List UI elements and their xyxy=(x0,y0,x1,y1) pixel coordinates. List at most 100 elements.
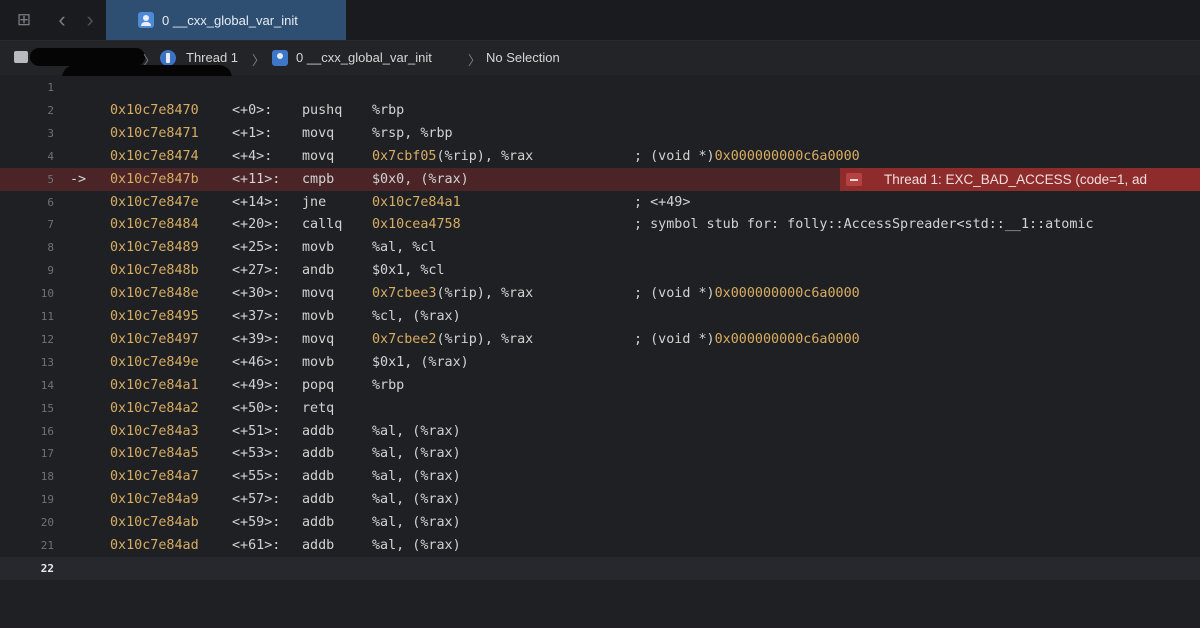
line-number: 9 xyxy=(47,264,54,278)
code-line[interactable]: 6 0x10c7e847e <+14>: jne 0x10c7e84a1 ; <+49> xyxy=(0,191,1200,214)
code-line[interactable]: 1 xyxy=(0,76,1200,99)
line-number: 3 xyxy=(47,126,54,140)
instruction-pointer-icon: -> xyxy=(70,171,87,187)
instruction-offset: <+25>: xyxy=(232,240,281,256)
code-line[interactable]: 2 0x10c7e8470 <+0>: pushq %rbp xyxy=(0,99,1200,122)
instruction-mnemonic: movb xyxy=(302,240,335,256)
instruction-mnemonic: popq xyxy=(302,377,335,393)
instruction-operands: %al, (%rax) xyxy=(372,423,461,439)
line-number: 19 xyxy=(40,493,54,507)
instruction-offset: <+30>: xyxy=(232,286,281,302)
code-line[interactable]: 16 0x10c7e84a3 <+51>: addb %al, (%rax) xyxy=(0,420,1200,443)
code-line[interactable]: 9 0x10c7e848b <+27>: andb $0x1, %cl xyxy=(0,259,1200,282)
code-line[interactable]: 12 0x10c7e8497 <+39>: movq 0x7cbee2(%rip), %… xyxy=(0,328,1200,351)
current-instruction-line[interactable]: 5 -> 0x10c7e847b <+11>: cmpb $0x0, (%rax) Thre… xyxy=(0,167,1200,191)
instruction-operands: 0x10c7e84a1 xyxy=(372,191,461,214)
instruction-offset: <+39>: xyxy=(232,331,281,347)
instruction-operands: %rbp xyxy=(372,102,405,118)
instruction-comment: ; (void *)0x000000000c6a0000 xyxy=(634,328,860,351)
instruction-address: 0x10c7e848b xyxy=(110,263,199,279)
instruction-offset: <+61>: xyxy=(232,538,281,553)
code-line[interactable]: 19 0x10c7e84a9 <+57>: addb %al, (%rax) xyxy=(0,488,1200,511)
instruction-offset: <+59>: xyxy=(232,515,281,531)
disassembly-editor[interactable]: 1 2 0x10c7e8470 <+0>: pushq %rbp 3 0x10c7e8471 <… xyxy=(0,76,1200,628)
breadcrumb-frame[interactable]: 0 __cxx_global_var_init xyxy=(296,50,432,65)
error-badge[interactable]: Thread 1: EXC_BAD_ACCESS (code=1, ad xyxy=(840,167,1200,191)
instruction-operands: 0x10cea4758 xyxy=(372,213,461,236)
instruction-address: 0x10c7e84a7 xyxy=(110,469,199,485)
instruction-offset: <+46>: xyxy=(232,354,281,370)
code-line[interactable]: 11 0x10c7e8495 <+37>: movb %cl, (%rax) xyxy=(0,305,1200,328)
instruction-comment: ; (void *)0x000000000c6a0000 xyxy=(634,145,860,168)
operand-address: 0x10c7e84a1 xyxy=(372,194,461,210)
chevron-right-icon[interactable]: › xyxy=(80,9,100,31)
instruction-address: 0x10c7e8470 xyxy=(110,102,199,118)
line-number: 18 xyxy=(40,470,54,484)
instruction-offset: <+49>: xyxy=(232,377,281,393)
comment-text: ; (void *) xyxy=(634,331,715,347)
code-line[interactable]: 4 0x10c7e8474 <+4>: movq 0x7cbf05(%rip), %ra… xyxy=(0,145,1200,168)
line-number: 7 xyxy=(47,218,54,232)
comment-text: ; (void *) xyxy=(634,286,715,302)
code-line[interactable]: 20 0x10c7e84ab <+59>: addb %al, (%rax) xyxy=(0,511,1200,534)
instruction-mnemonic: addb xyxy=(302,492,335,508)
code-line[interactable]: 8 0x10c7e8489 <+25>: movb %al, %cl xyxy=(0,236,1200,259)
instruction-mnemonic: addb xyxy=(302,515,335,531)
tab-disassembly[interactable]: 0 __cxx_global_var_init xyxy=(106,0,346,40)
stack-frame-icon xyxy=(272,50,288,66)
comment-text: ; symbol stub for: folly::AccessSpreader… xyxy=(634,217,1094,233)
stack-frame-icon xyxy=(138,12,154,28)
line-number: 8 xyxy=(47,241,54,255)
line-number: 16 xyxy=(40,424,54,438)
instruction-mnemonic: movq xyxy=(302,125,335,141)
instruction-address: 0x10c7e8489 xyxy=(110,240,199,256)
line-number: 22 xyxy=(40,561,54,575)
instruction-mnemonic: movq xyxy=(302,331,335,347)
line-number: 17 xyxy=(40,447,54,461)
instruction-operands: 0x7cbf05(%rip), %rax xyxy=(372,148,534,164)
instruction-offset: <+11>: xyxy=(232,171,281,187)
instruction-address: 0x10c7e8484 xyxy=(110,217,199,233)
code-line[interactable]: 17 0x10c7e84a5 <+53>: addb %al, (%rax) xyxy=(0,442,1200,465)
instruction-offset: <+53>: xyxy=(232,446,281,462)
instruction-mnemonic: addb xyxy=(302,446,335,462)
grid-icon[interactable]: ⊞ xyxy=(14,10,34,30)
breadcrumb-selection[interactable]: No Selection xyxy=(486,50,560,65)
code-line[interactable]: 14 0x10c7e84a1 <+49>: popq %rbp xyxy=(0,374,1200,397)
instruction-offset: <+0>: xyxy=(232,102,273,118)
instruction-mnemonic: addb xyxy=(302,469,335,485)
code-line[interactable]: 7 0x10c7e8484 <+20>: callq 0x10cea4758 ; symb… xyxy=(0,213,1200,236)
line-number: 14 xyxy=(40,378,54,392)
instruction-offset: <+1>: xyxy=(232,125,273,141)
instruction-operands: %rbp xyxy=(372,377,405,393)
instruction-mnemonic: pushq xyxy=(302,102,343,118)
code-line[interactable]: 18 0x10c7e84a7 <+55>: addb %al, (%rax) xyxy=(0,465,1200,488)
instruction-offset: <+37>: xyxy=(232,309,281,324)
code-line[interactable]: 3 0x10c7e8471 <+1>: movq %rsp, %rbp xyxy=(0,122,1200,145)
error-message: Thread 1: EXC_BAD_ACCESS (code=1, ad xyxy=(884,171,1148,187)
instruction-mnemonic: addb xyxy=(302,538,335,553)
comment-address: 0x000000000c6a0000 xyxy=(714,286,860,302)
line-number: 21 xyxy=(40,539,54,552)
app-icon[interactable] xyxy=(14,51,28,63)
comment-address: 0x000000000c6a0000 xyxy=(714,148,860,164)
instruction-operands: 0x7cbee2(%rip), %rax xyxy=(372,331,534,347)
code-line[interactable]: 13 0x10c7e849e <+46>: movb $0x1, (%rax) xyxy=(0,351,1200,374)
code-line[interactable]: 10 0x10c7e848e <+30>: movq 0x7cbee3(%rip), %… xyxy=(0,282,1200,305)
code-line[interactable]: 15 0x10c7e84a2 <+50>: retq xyxy=(0,397,1200,420)
chevron-left-icon[interactable]: ‹ xyxy=(52,9,72,31)
operand-address: 0x7cbf05 xyxy=(372,148,437,164)
instruction-address: 0x10c7e8497 xyxy=(110,331,199,347)
instruction-address: 0x10c7e847b xyxy=(110,171,199,187)
instruction-address: 0x10c7e84a9 xyxy=(110,492,199,508)
code-line[interactable]: 21 0x10c7e84ad <+61>: addb %al, (%rax) xyxy=(0,534,1200,557)
instruction-offset: <+14>: xyxy=(232,194,281,210)
thread-icon xyxy=(160,50,176,66)
instruction-offset: <+57>: xyxy=(232,492,281,508)
line-number: 6 xyxy=(47,195,54,209)
breadcrumb-thread[interactable]: Thread 1 xyxy=(186,50,238,65)
instruction-mnemonic: callq xyxy=(302,217,343,233)
line-number: 12 xyxy=(40,332,54,346)
instruction-address: 0x10c7e84a5 xyxy=(110,446,199,462)
code-line[interactable]: 22 xyxy=(0,556,1200,580)
